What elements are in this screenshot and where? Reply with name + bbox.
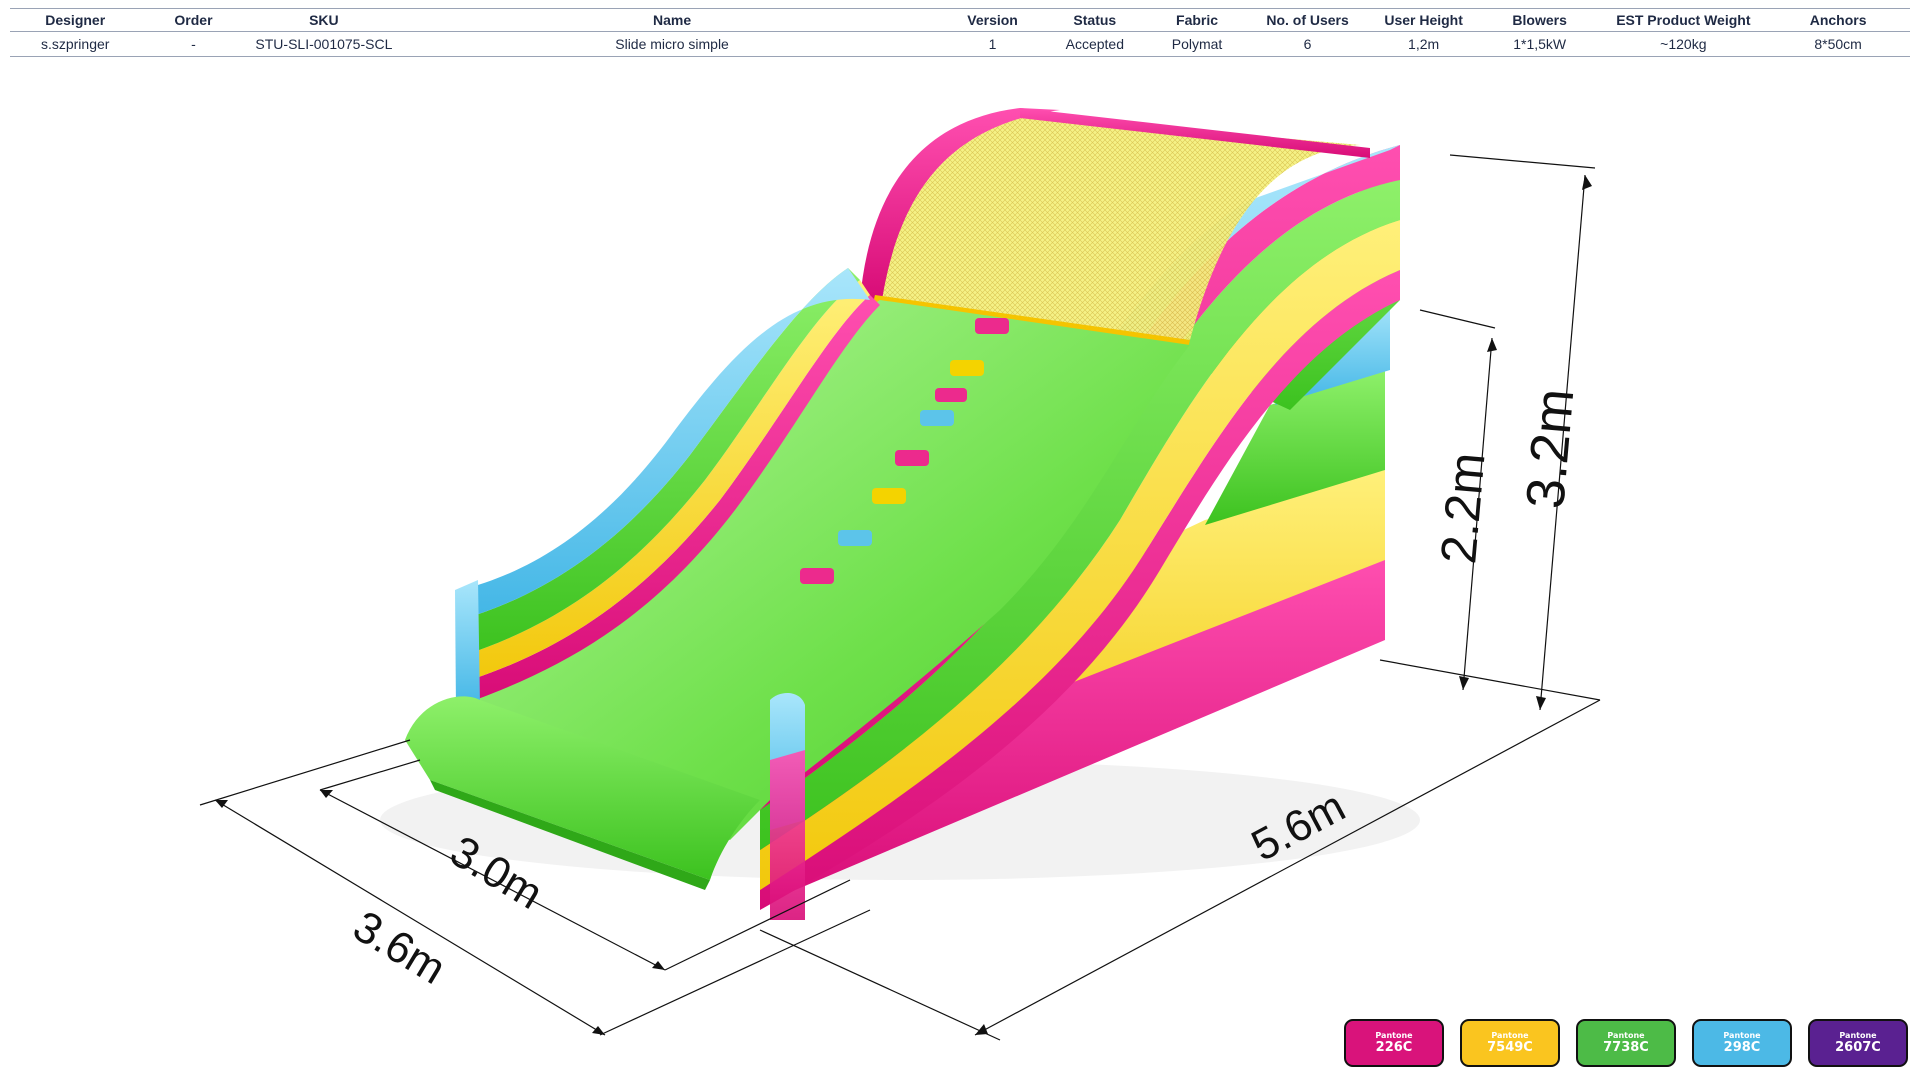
value-name: Slide micro simple: [401, 31, 943, 57]
swatch-7738c: Pantone 7738C: [1576, 1019, 1676, 1067]
header-order: Order: [140, 8, 247, 32]
swatch-2607c: Pantone 2607C: [1808, 1019, 1908, 1067]
pantone-swatches: Pantone 226C Pantone 7549C Pantone 7738C…: [1344, 1019, 1910, 1073]
swatch-226c: Pantone 226C: [1344, 1019, 1444, 1067]
header-designer: Designer: [10, 8, 141, 32]
slide-render: 3.6m 3.0m 5.6m 2.2m 3.2m: [199, 108, 1601, 1041]
value-users: 6: [1246, 31, 1369, 57]
spec-value-row: s.szpringer - STU-SLI-001075-SCL Slide m…: [10, 31, 1910, 57]
swatch-code: 7549C: [1487, 1040, 1533, 1055]
swatch-code: 2607C: [1835, 1040, 1881, 1055]
value-fabric: Polymat: [1147, 31, 1247, 57]
header-sku: SKU: [246, 8, 402, 32]
header-status: Status: [1042, 8, 1148, 32]
header-blowers: Blowers: [1478, 8, 1601, 32]
swatch-brand: Pantone: [1375, 1031, 1413, 1040]
left-wall-end: [455, 580, 480, 710]
header-weight: EST Product Weight: [1600, 8, 1767, 32]
value-anchors: 8*50cm: [1766, 31, 1910, 57]
header-version: Version: [942, 8, 1043, 32]
dim-label-3-2m: 3.2m: [1515, 386, 1585, 511]
header-users: No. of Users: [1246, 8, 1369, 32]
dim-label-3-6m: 3.6m: [345, 902, 454, 994]
swatch-brand: Pantone: [1491, 1031, 1529, 1040]
swatch-code: 226C: [1375, 1040, 1413, 1055]
header-anchors: Anchors: [1766, 8, 1910, 32]
right-post-stack: [770, 750, 805, 920]
dim-label-2-2m: 2.2m: [1430, 450, 1495, 566]
value-user-height: 1,2m: [1368, 31, 1479, 57]
swatch-7549c: Pantone 7549C: [1460, 1019, 1560, 1067]
header-name: Name: [401, 8, 943, 32]
value-status: Accepted: [1042, 31, 1148, 57]
swatch-code: 298C: [1723, 1040, 1761, 1055]
header-user-height: User Height: [1368, 8, 1479, 32]
value-sku: STU-SLI-001075-SCL: [246, 31, 402, 57]
swatch-brand: Pantone: [1839, 1031, 1877, 1040]
value-designer: s.szpringer: [10, 31, 141, 57]
value-weight: ~120kg: [1600, 31, 1767, 57]
value-blowers: 1*1,5kW: [1478, 31, 1601, 57]
spec-header-row: Designer Order SKU Name Version Status F…: [10, 8, 1910, 32]
swatch-brand: Pantone: [1607, 1031, 1645, 1040]
swatch-298c: Pantone 298C: [1692, 1019, 1792, 1067]
header-fabric: Fabric: [1147, 8, 1247, 32]
swatch-code: 7738C: [1603, 1040, 1649, 1055]
swatch-brand: Pantone: [1723, 1031, 1761, 1040]
value-version: 1: [942, 31, 1043, 57]
value-order: -: [140, 31, 247, 57]
spec-table: Designer Order SKU Name Version Status F…: [10, 8, 1910, 57]
